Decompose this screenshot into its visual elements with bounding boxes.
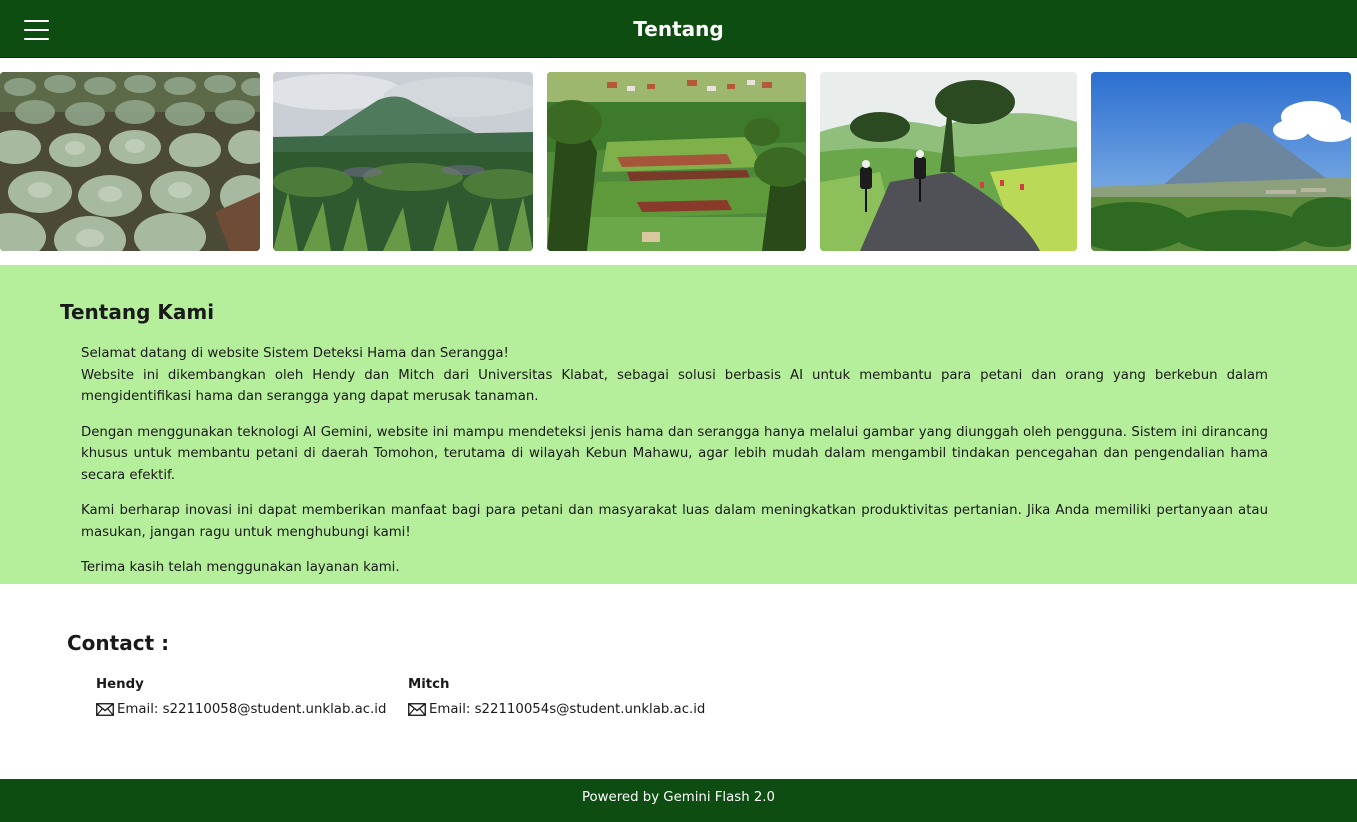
envelope-icon: [96, 703, 114, 716]
gallery-image-cabbage-field: [0, 72, 260, 251]
about-paragraph-3: Kami berharap inovasi ini dapat memberik…: [81, 503, 1268, 540]
page-title: Tentang: [633, 17, 724, 41]
footer-text: Powered by Gemini Flash 2.0: [582, 790, 775, 805]
contact-email-row: Email: s22110058@student.unklab.ac.id: [96, 702, 386, 717]
about-heading: Tentang Kami: [60, 300, 215, 324]
welcome-text: Selamat datang di website Sistem Deteksi…: [81, 346, 509, 361]
contact-email[interactable]: Email: s22110058@student.unklab.ac.id: [117, 702, 386, 717]
footer: Powered by Gemini Flash 2.0: [0, 779, 1357, 822]
contact-card-mitch: Mitch Email: s22110054s@student.unklab.a…: [408, 677, 705, 717]
about-paragraph-1: Website ini dikembangkan oleh Hendy dan …: [81, 367, 1268, 405]
gallery-image-mountain-vegetation: [273, 72, 533, 251]
top-navbar: Tentang: [0, 0, 1357, 58]
gallery-image-terraced-farmland: [547, 72, 806, 251]
contact-heading: Contact :: [67, 631, 170, 655]
contact-email-row: Email: s22110054s@student.unklab.ac.id: [408, 702, 705, 717]
about-paragraph-2: Dengan menggunakan teknologi AI Gemini, …: [81, 424, 1268, 483]
contact-name: Mitch: [408, 677, 450, 692]
contact-card-hendy: Hendy Email: s22110058@student.unklab.ac…: [96, 677, 386, 717]
contact-name: Hendy: [96, 677, 144, 692]
about-body: Selamat datang di website Sistem Deteksi…: [81, 343, 1268, 579]
contact-email[interactable]: Email: s22110054s@student.unklab.ac.id: [429, 702, 705, 717]
about-paragraph-4: Terima kasih telah menggunakan layanan k…: [81, 560, 400, 575]
photo-gallery: [0, 72, 1357, 251]
envelope-icon: [408, 703, 426, 716]
about-section: Tentang Kami Selamat datang di website S…: [0, 265, 1357, 584]
gallery-image-cyclists-road: [820, 72, 1077, 251]
gallery-image-mountain-valley: [1091, 72, 1351, 251]
